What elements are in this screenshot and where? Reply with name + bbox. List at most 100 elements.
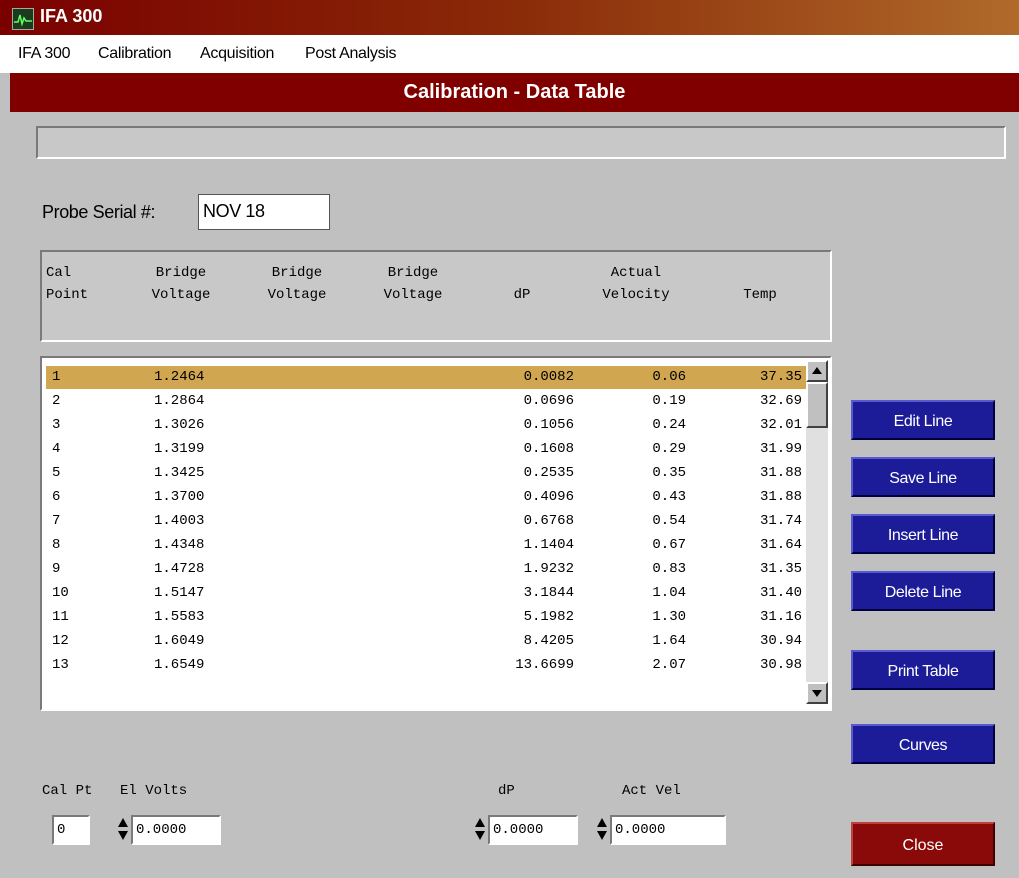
column-header-bridge-voltage-3: Bridge Voltage (383, 265, 443, 303)
window-title: IFA 300 (40, 6, 103, 26)
table-cell-pt: 1 (52, 369, 61, 385)
act-vel-label: Act Vel (622, 783, 681, 799)
table-cell-v1: 1.3425 (154, 465, 205, 481)
table-cell-vel: 0.35 (652, 465, 686, 481)
table-cell-dp: 0.1056 (523, 417, 574, 433)
el-volts-input[interactable]: 0.0000 (131, 815, 221, 845)
table-cell-pt: 12 (52, 633, 69, 649)
table-cell-temp: 32.69 (759, 393, 802, 409)
table-cell-dp: 1.9232 (523, 561, 574, 577)
table-cell-pt: 8 (52, 537, 61, 553)
probe-serial-input[interactable]: NOV 18 (198, 194, 330, 230)
cal-pt-label: Cal Pt (42, 783, 93, 799)
table-cell-pt: 4 (52, 441, 61, 457)
table-cell-v1: 1.3026 (154, 417, 205, 433)
table-cell-vel: 2.07 (652, 657, 686, 673)
curves-button[interactable]: Curves (851, 724, 995, 764)
scroll-thumb[interactable] (806, 382, 828, 428)
table-row[interactable]: 10 1.5147 3.1844 1.04 31.40 (46, 582, 814, 605)
table-cell-vel: 0.67 (652, 537, 686, 553)
table-cell-vel: 1.64 (652, 633, 686, 649)
table-cell-pt: 5 (52, 465, 61, 481)
table-cell-temp: 31.40 (759, 585, 802, 601)
table-row[interactable]: 7 1.4003 0.6768 0.54 31.74 (46, 510, 814, 533)
arrow-up-icon (812, 367, 822, 374)
table-row[interactable]: 3 1.3026 0.1056 0.24 32.01 (46, 414, 814, 437)
table-cell-vel: 0.06 (652, 369, 686, 385)
table-cell-vel: 0.43 (652, 489, 686, 505)
table-cell-v1: 1.4728 (154, 561, 205, 577)
table-cell-v1: 1.6049 (154, 633, 205, 649)
table-cell-pt: 9 (52, 561, 61, 577)
arrow-down-icon (812, 690, 822, 697)
menu-calibration[interactable]: Calibration (98, 45, 171, 63)
table-row[interactable]: 4 1.3199 0.1608 0.29 31.99 (46, 438, 814, 461)
table-cell-vel: 0.83 (652, 561, 686, 577)
table-cell-pt: 3 (52, 417, 61, 433)
table-cell-temp: 37.35 (759, 369, 802, 385)
table-cell-v1: 1.5583 (154, 609, 205, 625)
print-table-button[interactable]: Print Table (851, 650, 995, 690)
table-cell-temp: 31.74 (759, 513, 802, 529)
table-row[interactable]: 6 1.3700 0.4096 0.43 31.88 (46, 486, 814, 509)
dp-spinner-icon[interactable] (474, 815, 486, 843)
table-cell-temp: 30.98 (759, 657, 802, 673)
table-row[interactable]: 13 1.6549 13.6699 2.07 30.98 (46, 654, 814, 677)
close-button[interactable]: Close (851, 822, 995, 866)
table-row[interactable]: 5 1.3425 0.2535 0.35 31.88 (46, 462, 814, 485)
column-header-bridge-voltage-1: Bridge Voltage (151, 265, 211, 303)
table-cell-vel: 0.54 (652, 513, 686, 529)
table-cell-v1: 1.5147 (154, 585, 205, 601)
edit-line-button[interactable]: Edit Line (851, 400, 995, 440)
table-cell-temp: 31.99 (759, 441, 802, 457)
table-cell-vel: 0.24 (652, 417, 686, 433)
probe-serial-label: Probe Serial #: (42, 202, 156, 222)
scroll-up-button[interactable] (806, 360, 828, 382)
delete-line-button[interactable]: Delete Line (851, 571, 995, 611)
table-row[interactable]: 9 1.4728 1.9232 0.83 31.35 (46, 558, 814, 581)
panel-title: Calibration - Data Table (10, 73, 1019, 112)
table-cell-temp: 32.01 (759, 417, 802, 433)
dp-input[interactable]: 0.0000 (488, 815, 578, 845)
menu-acquisition[interactable]: Acquisition (200, 45, 274, 63)
column-header-temp: Temp (743, 287, 777, 303)
column-header-dp: dP (513, 287, 531, 303)
scroll-down-button[interactable] (806, 682, 828, 704)
el-volts-spinner-icon[interactable] (117, 815, 129, 843)
table-cell-v1: 1.6549 (154, 657, 205, 673)
table-cell-vel: 1.30 (652, 609, 686, 625)
table-row[interactable]: 8 1.4348 1.1404 0.67 31.64 (46, 534, 814, 557)
table-cell-dp: 8.4205 (523, 633, 574, 649)
act-vel-spinner-icon[interactable] (596, 815, 608, 843)
table-cell-vel: 0.29 (652, 441, 686, 457)
menu-post-analysis[interactable]: Post Analysis (305, 45, 397, 63)
table-row[interactable]: 12 1.6049 8.4205 1.64 30.94 (46, 630, 814, 653)
table-cell-temp: 31.88 (759, 465, 802, 481)
insert-line-button[interactable]: Insert Line (851, 514, 995, 554)
table-row[interactable]: 1 1.2464 0.0082 0.06 37.35 (46, 366, 814, 389)
table-cell-dp: 0.0696 (523, 393, 574, 409)
table-rows: 1 1.2464 0.0082 0.06 37.35 2 1.2864 0.0696 0.19 3… (42, 362, 814, 702)
table-cell-dp: 0.0082 (523, 369, 574, 385)
table-cell-vel: 1.04 (652, 585, 686, 601)
table-scrollbar[interactable] (806, 360, 828, 704)
act-vel-input[interactable]: 0.0000 (610, 815, 726, 845)
dp-label: dP (498, 783, 515, 799)
table-cell-dp: 5.1982 (523, 609, 574, 625)
table-row[interactable]: 11 1.5583 5.1982 1.30 31.16 (46, 606, 814, 629)
cal-pt-input[interactable]: 0 (52, 815, 90, 845)
table-cell-temp: 31.88 (759, 489, 802, 505)
table-cell-pt: 7 (52, 513, 61, 529)
table-cell-temp: 30.94 (759, 633, 802, 649)
table-cell-v1: 1.3199 (154, 441, 205, 457)
status-bar (36, 126, 1006, 159)
table-cell-vel: 0.19 (652, 393, 686, 409)
table-cell-temp: 31.64 (759, 537, 802, 553)
table-cell-v1: 1.4348 (154, 537, 205, 553)
column-header-cal-point: Cal Point (46, 265, 89, 303)
save-line-button[interactable]: Save Line (851, 457, 995, 497)
table-row[interactable]: 2 1.2864 0.0696 0.19 32.69 (46, 390, 814, 413)
title-bar (0, 0, 1019, 35)
table-cell-dp: 13.6699 (515, 657, 574, 673)
menu-ifa300[interactable]: IFA 300 (18, 45, 70, 63)
